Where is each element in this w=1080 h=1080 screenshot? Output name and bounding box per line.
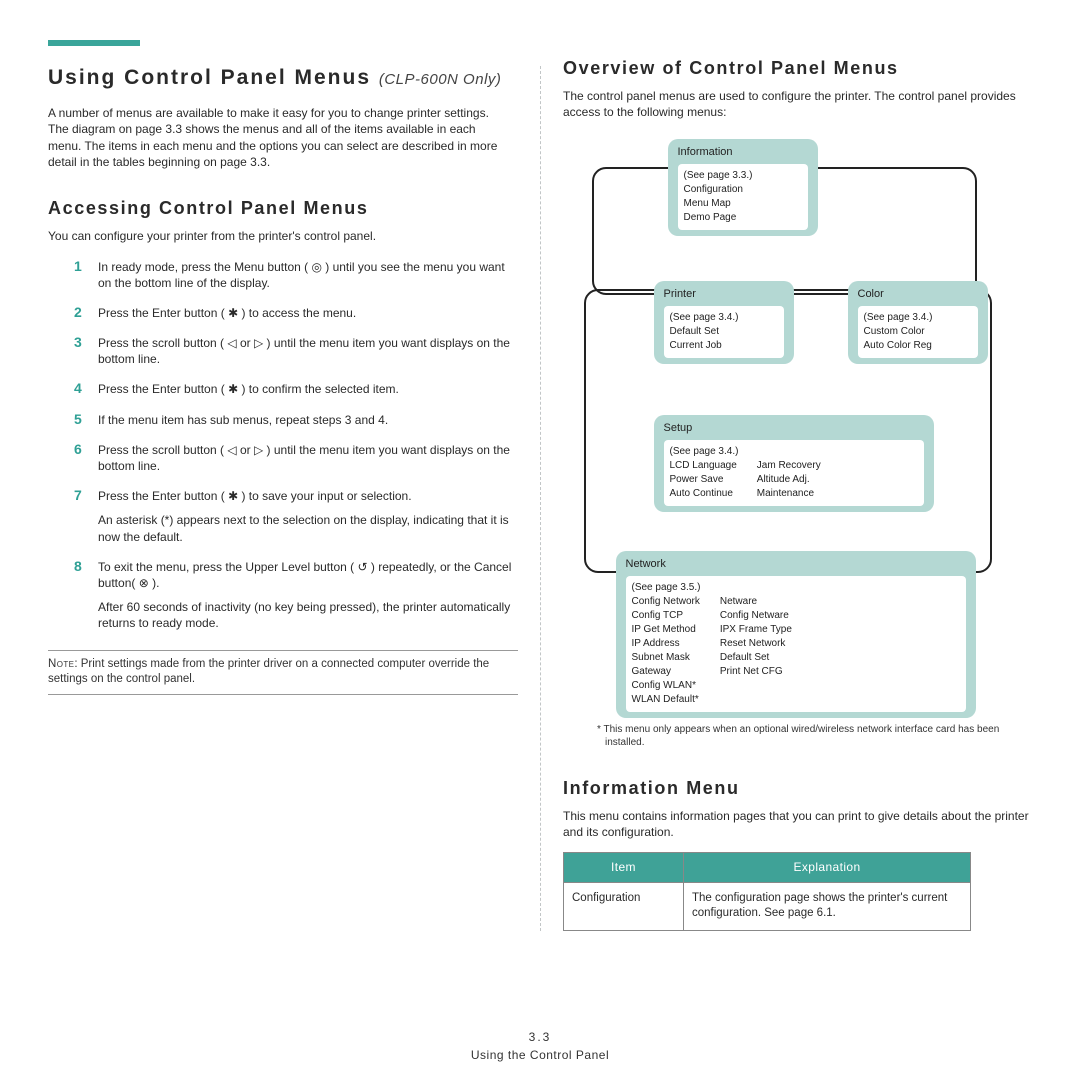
table-header-explanation: Explanation: [684, 853, 971, 882]
steps-list: In ready mode, press the Menu button ( ◎…: [48, 259, 518, 632]
diagram-footnote: * This menu only appears when an optiona…: [597, 723, 1017, 750]
overview-lead: The control panel menus are used to conf…: [563, 88, 1032, 120]
step-8: To exit the menu, press the Upper Level …: [74, 559, 518, 632]
accent-bar: [48, 40, 140, 46]
column-divider: [540, 66, 541, 931]
intro-paragraph: A number of menus are available to make …: [48, 105, 508, 170]
table-row: Configuration The configuration page sho…: [564, 882, 971, 930]
diagram-color: Color (See page 3.4.) Custom Color Auto …: [848, 281, 988, 364]
step-2: Press the Enter button ( ✱ ) to access t…: [74, 305, 518, 321]
note-rule-bottom: [48, 694, 518, 695]
page-footer: 3.3 Using the Control Panel: [0, 1030, 1080, 1062]
table-header-item: Item: [564, 853, 684, 882]
title-model: (CLP-600N Only): [379, 71, 502, 88]
information-desc: This menu contains information pages tha…: [563, 808, 1032, 840]
right-column: Overview of Control Panel Menus The cont…: [563, 56, 1032, 931]
page-number: 3.3: [0, 1030, 1080, 1044]
diagram-printer: Printer (See page 3.4.) Default Set Curr…: [654, 281, 794, 364]
section-information-title: Information Menu: [563, 776, 1032, 800]
footer-caption: Using the Control Panel: [0, 1048, 1080, 1062]
step-5: If the menu item has sub menus, repeat s…: [74, 412, 518, 428]
section-overview-title: Overview of Control Panel Menus: [563, 56, 1032, 80]
step-3: Press the scroll button ( ◁ or ▷ ) until…: [74, 335, 518, 367]
step-7-extra: An asterisk (*) appears next to the sele…: [98, 512, 518, 544]
step-1: In ready mode, press the Menu button ( ◎…: [74, 259, 518, 291]
left-column: Using Control Panel Menus (CLP-600N Only…: [48, 56, 518, 931]
table-cell-item: Configuration: [564, 882, 684, 930]
step-7: Press the Enter button ( ✱ ) to save you…: [74, 488, 518, 545]
menu-diagram: Information (See page 3.3.) Configuratio…: [578, 133, 1018, 713]
table-cell-explanation: The configuration page shows the printer…: [684, 882, 971, 930]
section-accessing-title: Accessing Control Panel Menus: [48, 196, 518, 220]
note: Note: Print settings made from the print…: [48, 657, 518, 688]
page-title: Using Control Panel Menus (CLP-600N Only…: [48, 64, 518, 91]
title-prefix: Using Control Panel Menus: [48, 66, 379, 89]
step-6: Press the scroll button ( ◁ or ▷ ) until…: [74, 442, 518, 474]
access-lead: You can configure your printer from the …: [48, 228, 518, 244]
diagram-setup: Setup (See page 3.4.) LCD Language Power…: [654, 415, 934, 512]
step-4: Press the Enter button ( ✱ ) to confirm …: [74, 381, 518, 397]
diagram-information: Information (See page 3.3.) Configuratio…: [668, 139, 818, 236]
note-text: : Print settings made from the printer d…: [48, 658, 489, 686]
note-rule-top: [48, 650, 518, 651]
information-table: Item Explanation Configuration The confi…: [563, 852, 971, 930]
step-8-extra: After 60 seconds of inactivity (no key b…: [98, 599, 518, 631]
diagram-network: Network (See page 3.5.) Config Network C…: [616, 551, 976, 718]
note-label: Note: [48, 658, 74, 670]
